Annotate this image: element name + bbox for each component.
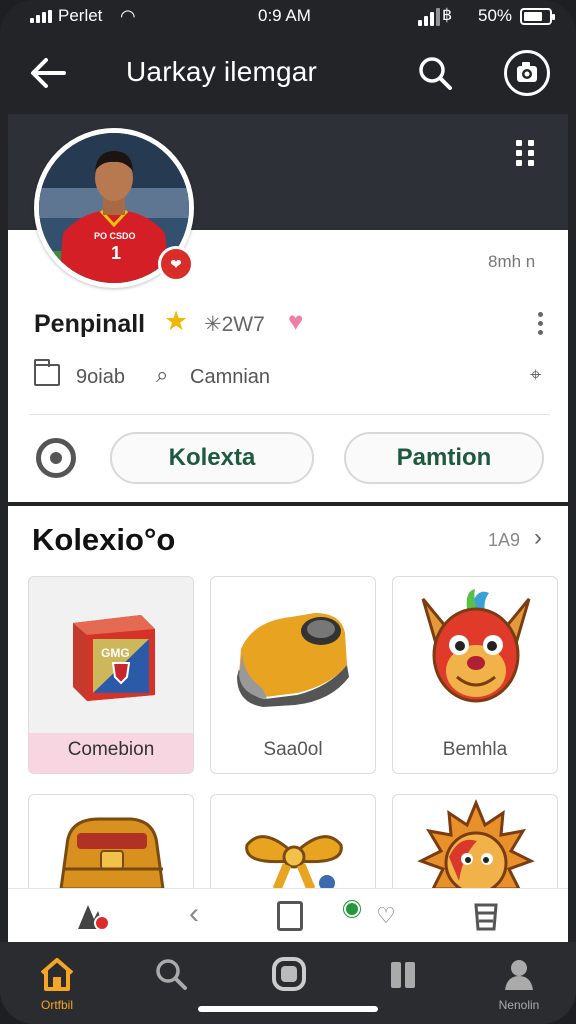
home-icon — [40, 958, 74, 991]
collection-item-label: Comebion — [67, 739, 155, 760]
folder-icon — [34, 359, 60, 386]
square-circle-icon — [272, 957, 306, 991]
profile-code: ✳2W7 — [204, 313, 265, 336]
camera-icon — [517, 62, 537, 82]
treasure-bag-icon — [59, 817, 165, 889]
promotion-button[interactable]: Pamtion — [344, 432, 544, 484]
grid-dot-icon — [528, 150, 534, 156]
search-icon — [419, 57, 452, 90]
search-icon — [156, 959, 187, 990]
search-button[interactable] — [416, 54, 456, 94]
grid-menu-button[interactable] — [516, 140, 540, 166]
cellular-icon — [418, 8, 440, 26]
back-chevron-button[interactable]: ‹ — [176, 899, 212, 933]
tab-center[interactable] — [244, 954, 334, 994]
carrier-name: Perlet — [58, 6, 103, 25]
battery-percent: 50% — [478, 6, 513, 25]
tab-profile-label: Nenolin — [498, 998, 540, 1012]
status-bar: Perlet ◠ 0:9 AM ฿ 50% — [0, 0, 576, 34]
person-icon — [505, 960, 533, 990]
tab-search[interactable] — [126, 954, 216, 994]
magnifier-icon: ⌕ — [156, 362, 169, 387]
app-header: Uarkay ilemgar — [0, 34, 576, 114]
online-status-icon — [344, 901, 360, 917]
sneaker-icon — [237, 613, 349, 707]
card-pack-text: GMG — [101, 646, 130, 660]
action-bar: ‹ ♡ — [8, 888, 568, 942]
mascot-mask-icon — [421, 589, 531, 703]
collection-count-link[interactable]: 1A9 — [488, 530, 520, 551]
camera-button[interactable] — [504, 50, 550, 96]
grid-dot-icon — [516, 150, 522, 156]
clock: 0:9 AM — [258, 6, 311, 25]
chevron-right-icon[interactable]: › — [534, 524, 542, 552]
profile-info-row: 9oiab ⌕ Camnian ⌖ — [34, 359, 554, 392]
collection-item-label: Bemhla — [442, 739, 508, 760]
tab-library[interactable] — [358, 954, 448, 994]
collection-button[interactable]: Kolexta — [110, 432, 314, 484]
collection-title: Kolexio°o — [32, 522, 176, 557]
tab-profile[interactable]: Nenolin — [474, 954, 564, 1012]
back-button[interactable] — [28, 54, 70, 92]
profile-code-value: 2W7 — [221, 313, 265, 336]
tools-button[interactable] — [74, 899, 110, 933]
card-pack-icon: GMG — [73, 615, 155, 701]
info-text-b: Camnian — [190, 366, 271, 388]
tab-home-label: Ortfbil — [40, 998, 73, 1012]
home-indicator[interactable] — [198, 1006, 378, 1012]
more-options-button[interactable] — [532, 312, 548, 338]
grid-dot-icon — [528, 160, 534, 166]
sun-mascot-icon — [417, 799, 535, 889]
document-button[interactable] — [272, 899, 308, 933]
svg-text:1: 1 — [111, 243, 121, 263]
grid-dot-icon — [528, 140, 534, 146]
document-icon — [277, 901, 303, 931]
grid-dot-icon — [516, 160, 522, 166]
phone-screen: Perlet ◠ 0:9 AM ฿ 50% Uarkay ilemgar PO … — [0, 0, 576, 1024]
tab-home[interactable]: Ortfbil — [12, 954, 102, 1012]
divider — [30, 414, 550, 415]
location-pin-icon[interactable]: ⌖ — [530, 364, 541, 387]
collection-item[interactable]: Saa0ol — [210, 576, 376, 774]
wifi-icon: ◠ — [120, 6, 136, 26]
profile-meta: 8mh n — [488, 252, 536, 271]
bluetooth-icon: ฿ — [442, 7, 453, 24]
target-button[interactable] — [36, 438, 76, 478]
library-icon — [391, 962, 415, 988]
avatar-jersey-text: PO CSDO — [94, 231, 136, 241]
battery-icon — [520, 8, 555, 25]
profile-name: Penpinall — [34, 310, 146, 338]
ribbon-bow-icon — [245, 835, 343, 889]
grid-dot-icon — [516, 140, 522, 146]
collection-item[interactable]: Bemhla — [392, 576, 558, 774]
verified-badge: ❤ — [158, 246, 194, 282]
signal-icon — [30, 10, 52, 23]
heart-icon: ♥ — [288, 306, 304, 336]
collection-item-label: Saa0ol — [263, 739, 323, 760]
layers-icon — [474, 903, 498, 931]
tools-icon — [78, 905, 110, 931]
favorite-button[interactable]: ♡ — [368, 899, 404, 933]
back-arrow-icon — [31, 58, 66, 88]
info-text-a: 9oiab — [76, 366, 125, 388]
star-icon: ★ — [164, 306, 189, 336]
layers-button[interactable] — [468, 899, 504, 933]
page-title: Uarkay ilemgar — [126, 56, 318, 87]
collection-item[interactable]: GMG Comebion — [28, 576, 194, 774]
